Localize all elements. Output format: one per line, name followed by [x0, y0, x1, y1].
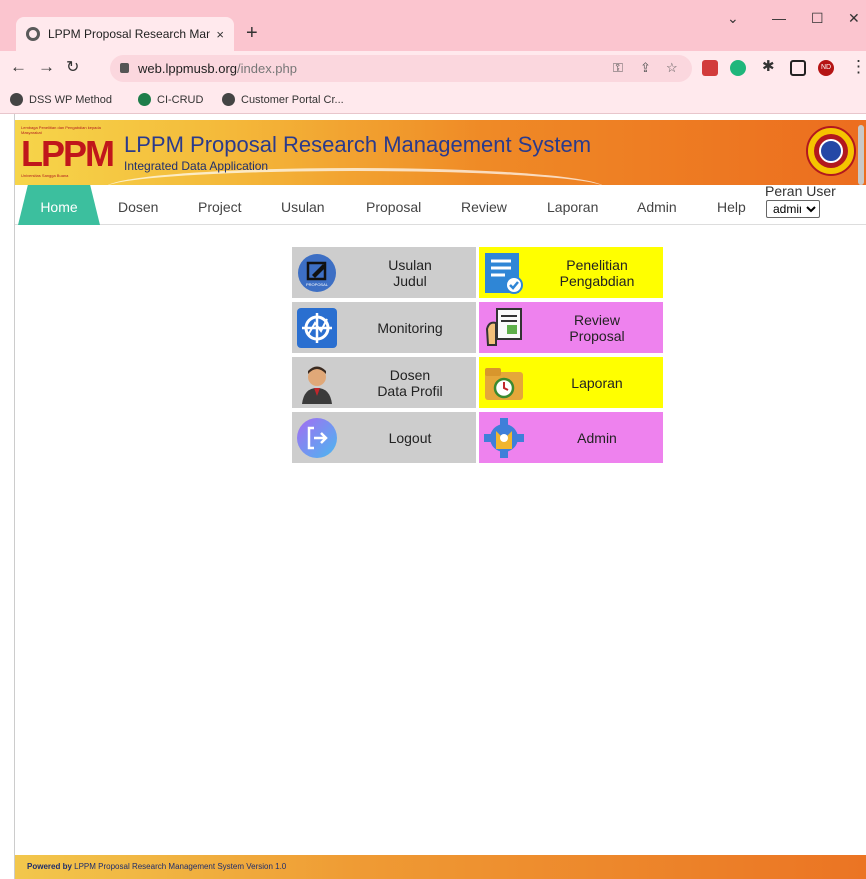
icon-caption: PROPOSAL	[306, 282, 329, 287]
menu-item-review[interactable]: Review	[461, 199, 507, 215]
gear-icon	[484, 418, 524, 458]
main-menu: Home Dosen Project Usulan Proposal Revie…	[15, 183, 866, 225]
minimize-icon[interactable]: —	[772, 10, 786, 26]
role-select[interactable]: admin	[766, 200, 820, 218]
side-panel-icon[interactable]	[790, 60, 806, 76]
tile-logout[interactable]: Logout	[292, 412, 476, 463]
tile-admin[interactable]: Admin	[479, 412, 663, 463]
edit-icon: PROPOSAL	[298, 254, 336, 292]
tile-penelitian-pengabdian[interactable]: Penelitian Pengabdian	[479, 247, 663, 298]
maximize-icon[interactable]: ☐	[811, 10, 824, 27]
tab-close-icon[interactable]: ×	[216, 27, 224, 42]
bookmark-star-icon[interactable]: ☆	[666, 60, 678, 76]
lock-icon	[120, 63, 129, 73]
tile-laporan[interactable]: Laporan	[479, 357, 663, 408]
close-window-icon[interactable]: ✕	[848, 10, 860, 27]
tile-usulan-judul[interactable]: PROPOSAL Usulan Judul	[292, 247, 476, 298]
browser-toolbar: ← → ↻ web.lppmusb.org/index.php ⚿ ⇪ ☆ ✱ …	[0, 51, 866, 86]
person-icon	[302, 366, 332, 404]
share-icon[interactable]: ⇪	[640, 60, 651, 76]
monitoring-icon	[297, 308, 337, 348]
profile-avatar[interactable]: ND	[818, 60, 834, 76]
page-subtitle: Integrated Data Application	[124, 159, 269, 173]
globe-icon	[10, 93, 23, 106]
lppm-logo: Lembaga Penelitian dan Pengabdian kepada…	[21, 125, 115, 181]
bookmark-item[interactable]: DSS WP Method	[10, 93, 112, 106]
bookmark-item[interactable]: Customer Portal Cr...	[222, 93, 344, 106]
page-frame	[14, 114, 866, 879]
tab-title: LPPM Proposal Research Manage	[48, 27, 211, 41]
tile-dosen-data-profil[interactable]: Dosen Data Profil	[292, 357, 476, 408]
document-review-icon	[485, 308, 522, 346]
url-path: /index.php	[237, 61, 297, 76]
tile-label: Review Proposal	[569, 311, 625, 344]
footer-version: LPPM Proposal Research Management System…	[74, 862, 287, 871]
tile-review-proposal[interactable]: Review Proposal	[479, 302, 663, 353]
browser-tab[interactable]: LPPM Proposal Research Manage ×	[16, 17, 234, 51]
tile-label: Monitoring	[377, 319, 443, 336]
menu-item-laporan[interactable]: Laporan	[547, 199, 598, 215]
footer-powered: Powered by	[27, 862, 72, 871]
logo-main-text: LPPM	[21, 133, 115, 174]
menu-kebab-icon[interactable]: ⋮	[850, 57, 866, 77]
bookmark-label: DSS WP Method	[29, 93, 112, 106]
site-header: Lembaga Penelitian dan Pengabdian kepada…	[15, 120, 866, 185]
address-bar[interactable]: web.lppmusb.org/index.php ⚿ ⇪ ☆	[110, 55, 692, 82]
site-footer: Powered by LPPM Proposal Research Manage…	[15, 855, 866, 879]
menu-item-dosen[interactable]: Dosen	[118, 199, 158, 215]
tile-label: Logout	[388, 429, 432, 446]
logout-icon	[297, 418, 337, 458]
tile-label: Admin	[577, 429, 617, 446]
new-tab-button[interactable]: +	[246, 22, 258, 45]
tab-search-icon[interactable]: ⌄	[727, 10, 739, 27]
url-host: web.lppmusb.org	[138, 61, 237, 76]
tile-label: Penelitian Pengabdian	[559, 256, 635, 289]
menu-item-admin[interactable]: Admin	[637, 199, 677, 215]
tile-label: Usulan Judul	[388, 256, 432, 289]
globe-icon	[222, 93, 235, 106]
tile-monitoring[interactable]: Monitoring	[292, 302, 476, 353]
bookmark-label: Customer Portal Cr...	[241, 93, 344, 106]
menu-item-project[interactable]: Project	[198, 199, 242, 215]
tile-label: Laporan	[571, 374, 623, 391]
folder-clock-icon	[485, 368, 523, 400]
grammarly-icon[interactable]	[730, 60, 746, 76]
menu-item-help[interactable]: Help	[717, 199, 746, 215]
reload-icon[interactable]: ↻	[66, 57, 79, 77]
emblem-globe-icon	[819, 139, 843, 163]
url-text[interactable]: web.lppmusb.org/index.php	[138, 61, 297, 76]
extensions-puzzle-icon[interactable]: ✱	[762, 57, 775, 75]
forward-icon[interactable]: →	[38, 57, 55, 77]
menu-item-proposal[interactable]: Proposal	[366, 199, 421, 215]
bookmark-item[interactable]: CI-CRUD	[138, 93, 203, 106]
scrollbar-thumb[interactable]	[858, 125, 864, 185]
footer-text: Powered by LPPM Proposal Research Manage…	[27, 862, 286, 871]
role-label: Peran User	[765, 183, 836, 199]
tile-label: Dosen Data Profil	[377, 366, 443, 399]
bookmark-label: CI-CRUD	[157, 93, 204, 106]
menu-item-usulan[interactable]: Usulan	[281, 199, 325, 215]
back-icon[interactable]: ←	[10, 57, 27, 77]
site-favicon-icon	[26, 27, 40, 41]
key-icon[interactable]: ⚿	[613, 60, 623, 76]
university-emblem	[806, 126, 856, 176]
menu-item-home[interactable]: Home	[18, 185, 100, 225]
ci-icon	[138, 93, 151, 106]
extension-red-icon[interactable]	[702, 60, 718, 76]
checklist-icon	[485, 253, 523, 294]
page-title: LPPM Proposal Research Management System	[124, 132, 592, 157]
menu-item-label: Home	[40, 199, 78, 215]
bookmarks-bar: DSS WP Method CI-CRUD Customer Portal Cr…	[0, 86, 866, 114]
browser-tab-bar: LPPM Proposal Research Manage × + ⌄ — ☐ …	[0, 0, 866, 51]
